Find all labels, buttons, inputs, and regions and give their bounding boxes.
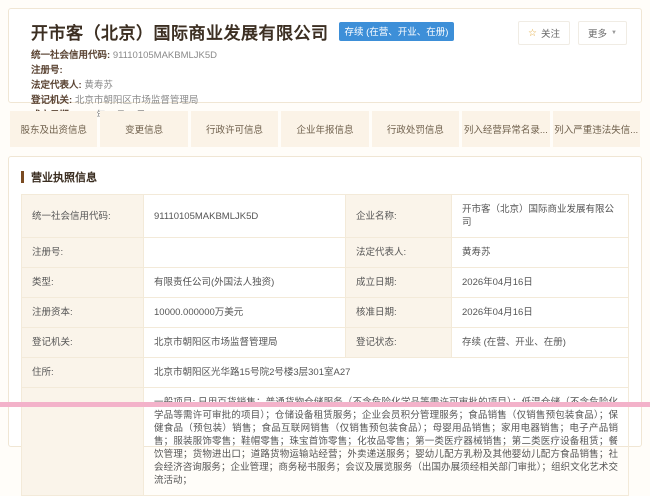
tab-abnormal-operations[interactable]: 列入经营异常名录... [462, 111, 549, 147]
cell-value-address: 北京市朝阳区光华路15号院2号楼3层301室A27 [144, 358, 629, 388]
cell-label: 登记机关: [22, 328, 144, 358]
cell-label: 法定代表人: [346, 238, 452, 268]
tab-shareholders[interactable]: 股东及出资信息 [10, 111, 97, 147]
cell-value: 2026年04月16日 [452, 298, 629, 328]
company-header-card: 开市客（北京）国际商业发展有限公司 存续 (在营、开业、在册) ☆ 关注 更多 … [8, 8, 642, 103]
status-badge: 存续 (在营、开业、在册) [339, 22, 455, 41]
section-title: 营业执照信息 [21, 169, 629, 185]
header-field-reg-number: 注册号: [31, 65, 627, 78]
header-field-credit-code: 统一社会信用代码: 91110105MAKBMLJK5D [31, 50, 627, 63]
page-title: 开市客（北京）国际商业发展有限公司 [31, 19, 329, 44]
tab-admin-license[interactable]: 行政许可信息 [191, 111, 278, 147]
cell-value: 北京市朝阳区市场监督管理局 [144, 328, 346, 358]
cell-value: 黄寿苏 [452, 238, 629, 268]
field-label: 统一社会信用代码: [31, 50, 110, 61]
cell-label: 类型: [22, 268, 144, 298]
follow-button[interactable]: ☆ 关注 [518, 21, 570, 45]
table-row-address: 住所: 北京市朝阳区光华路15号院2号楼3层301室A27 [22, 358, 629, 388]
cell-label: 统一社会信用代码: [22, 195, 144, 238]
tab-serious-violations[interactable]: 列入严重违法失信... [553, 111, 640, 147]
cell-value: 存续 (在营、开业、在册) [452, 328, 629, 358]
field-label: 登记机关: [31, 95, 72, 106]
cell-label: 注册资本: [22, 298, 144, 328]
field-label: 注册号: [31, 65, 63, 76]
more-button-label: 更多 [588, 26, 607, 40]
tab-annual-report[interactable]: 企业年报信息 [281, 111, 368, 147]
tab-admin-penalty[interactable]: 行政处罚信息 [372, 111, 459, 147]
cell-value: 开市客（北京）国际商业发展有限公司 [452, 195, 629, 238]
cell-value: 91110105MAKBMLJK5D [144, 195, 346, 238]
info-tabs: 股东及出资信息 变更信息 行政许可信息 企业年报信息 行政处罚信息 列入经营异常… [10, 111, 640, 147]
section-title-text: 营业执照信息 [31, 169, 97, 185]
cell-value: 10000.000000万美元 [144, 298, 346, 328]
cell-value [144, 238, 346, 268]
cell-label: 企业名称: [346, 195, 452, 238]
field-value: 91110105MAKBMLJK5D [113, 50, 217, 61]
tab-changes[interactable]: 变更信息 [100, 111, 187, 147]
follow-button-label: 关注 [541, 26, 560, 40]
cell-label: 登记状态: [346, 328, 452, 358]
bottom-highlight-bar [0, 402, 650, 407]
license-info-table: 统一社会信用代码: 91110105MAKBMLJK5D 企业名称: 开市客（北… [21, 194, 629, 496]
cell-label: 核准日期: [346, 298, 452, 328]
table-row: 注册号: 法定代表人: 黄寿苏 [22, 238, 629, 268]
more-button[interactable]: 更多 ▼ [578, 21, 627, 45]
cell-label: 注册号: [22, 238, 144, 268]
table-row: 类型: 有限责任公司(外国法人独资) 成立日期: 2026年04月16日 [22, 268, 629, 298]
caret-down-icon: ▼ [611, 30, 617, 36]
cell-value: 2026年04月16日 [452, 268, 629, 298]
star-icon: ☆ [528, 28, 537, 39]
section-accent-bar [21, 171, 24, 183]
cell-value: 有限责任公司(外国法人独资) [144, 268, 346, 298]
field-value: 北京市朝阳区市场监督管理局 [75, 95, 199, 106]
cell-label: 住所: [22, 358, 144, 388]
header-field-registry: 登记机关: 北京市朝阳区市场监督管理局 [31, 95, 627, 108]
field-label: 法定代表人: [31, 80, 82, 91]
cell-label: 成立日期: [346, 268, 452, 298]
table-row: 统一社会信用代码: 91110105MAKBMLJK5D 企业名称: 开市客（北… [22, 195, 629, 238]
table-row: 登记机关: 北京市朝阳区市场监督管理局 登记状态: 存续 (在营、开业、在册) [22, 328, 629, 358]
header-field-legal-rep: 法定代表人: 黄寿苏 [31, 80, 627, 93]
field-value: 黄寿苏 [84, 80, 113, 91]
table-row: 注册资本: 10000.000000万美元 核准日期: 2026年04月16日 [22, 298, 629, 328]
